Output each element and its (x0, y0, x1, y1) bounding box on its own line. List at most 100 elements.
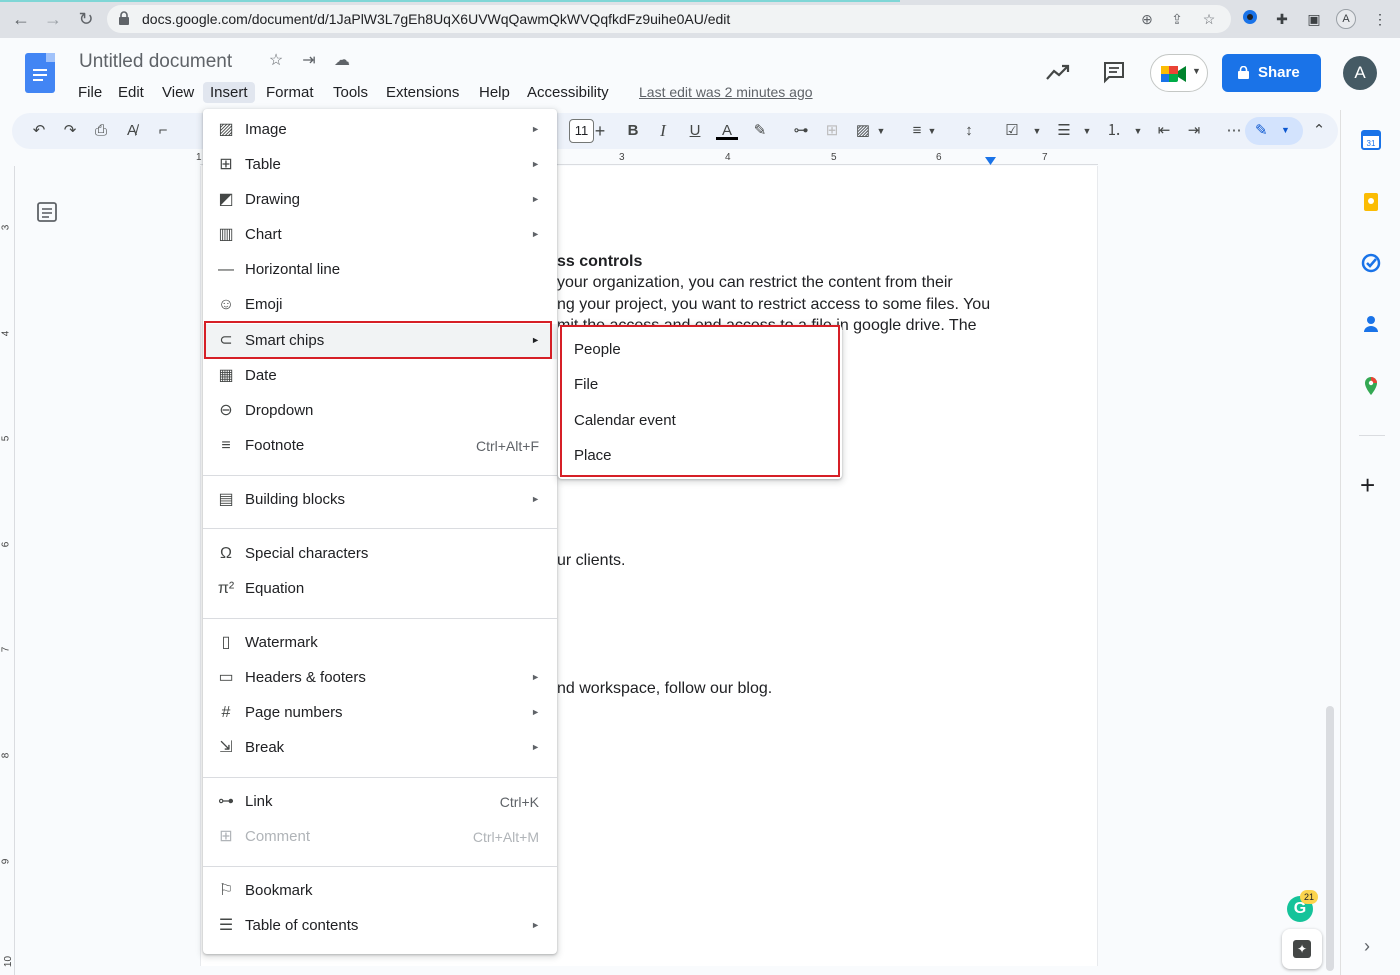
reload-icon[interactable]: ↻ (75, 8, 97, 30)
menu-item-page-numbers[interactable]: # Page numbers ► (203, 696, 557, 731)
activity-trend-icon[interactable] (1045, 61, 1071, 83)
dropdown-icon: ⊖ (219, 402, 233, 419)
text-color-icon[interactable]: A (716, 120, 738, 140)
bookmark-star-icon[interactable]: ☆ (1201, 11, 1217, 27)
share-page-icon[interactable]: ⇪ (1169, 11, 1185, 27)
submenu-highlight-box (560, 325, 840, 477)
italic-icon[interactable]: I (652, 120, 674, 142)
align-dropdown-icon[interactable]: ▼ (927, 120, 937, 142)
bullet-dropdown-icon[interactable]: ▼ (1082, 120, 1092, 142)
align-icon[interactable]: ≡ (906, 120, 928, 142)
back-icon[interactable]: ← (10, 8, 32, 30)
right-indent-marker-icon[interactable] (985, 157, 996, 165)
spellcheck-icon[interactable]: A̸ (121, 120, 143, 142)
menu-item-bookmark[interactable]: ⚐ Bookmark (203, 874, 557, 909)
forward-icon[interactable]: → (42, 8, 64, 30)
menu-item-building-blocks[interactable]: ▤ Building blocks ► (203, 483, 557, 518)
insert-link-icon[interactable]: ⊶ (790, 120, 812, 142)
increase-indent-icon[interactable]: ⇥ (1183, 120, 1205, 142)
contacts-app-icon[interactable] (1361, 314, 1381, 334)
menu-item-link[interactable]: ⊶ Link Ctrl+K (203, 785, 557, 820)
vertical-scrollbar[interactable] (1326, 706, 1334, 971)
page-paragraph-line: nd workspace, follow our blog. (557, 680, 773, 697)
more-vert-icon[interactable]: ⋮ (1370, 9, 1390, 29)
menu-edit[interactable]: Edit (111, 82, 151, 103)
increase-font-size-icon[interactable]: + (589, 120, 611, 142)
browser-profile-avatar[interactable]: A (1336, 9, 1356, 29)
zoom-icon[interactable]: ⊕ (1139, 11, 1155, 27)
undo-icon[interactable]: ↶ (28, 120, 50, 142)
menu-item-special-characters[interactable]: Ω Special characters (203, 537, 557, 572)
puzzle-icon[interactable]: ✚ (1272, 9, 1292, 29)
ruler-number: 6 (936, 152, 942, 163)
menu-item-footnote[interactable]: ≡ Footnote Ctrl+Alt+F (203, 429, 557, 464)
move-folder-icon[interactable]: ⇥ (299, 51, 319, 71)
bulleted-list-icon[interactable]: ☰ (1053, 120, 1075, 142)
menu-insert[interactable]: Insert (203, 82, 255, 103)
paint-format-icon[interactable]: ⌐ (152, 120, 174, 142)
account-avatar[interactable]: A (1343, 56, 1377, 90)
collapse-menus-icon[interactable]: ⌃ (1308, 120, 1330, 142)
insert-image-icon[interactable]: ▨ (852, 120, 874, 142)
more-options-icon[interactable]: ⋯ (1223, 120, 1245, 142)
editing-mode-button[interactable]: ✎ ▼ (1245, 117, 1303, 145)
last-edit-link[interactable]: Last edit was 2 minutes ago (639, 84, 813, 100)
meet-button[interactable]: ▼ (1150, 54, 1208, 92)
side-panel-icon[interactable]: ▣ (1304, 9, 1324, 29)
menu-item-emoji[interactable]: ☺ Emoji (203, 288, 557, 323)
menu-item-dropdown[interactable]: ⊖ Dropdown (203, 394, 557, 429)
calendar-app-icon[interactable]: 31 (1361, 130, 1381, 150)
comment-history-icon[interactable] (1102, 60, 1126, 84)
underline-icon[interactable]: U (684, 120, 706, 142)
add-comment-icon[interactable]: ⊞ (821, 120, 843, 142)
footnote-icon: ≡ (221, 437, 231, 454)
tasks-app-icon[interactable] (1361, 253, 1381, 273)
menu-help[interactable]: Help (472, 82, 517, 103)
address-bar[interactable]: docs.google.com/document/d/1JaPlW3L7gEh8… (107, 5, 1231, 33)
numbered-dropdown-icon[interactable]: ▼ (1133, 120, 1143, 142)
menu-extensions[interactable]: Extensions (379, 82, 466, 103)
bold-icon[interactable]: B (622, 120, 644, 142)
vertical-ruler[interactable]: 3 4 5 6 7 8 9 10 (0, 166, 15, 975)
menu-item-drawing[interactable]: ◩ Drawing ► (203, 183, 557, 218)
share-button[interactable]: Share (1222, 54, 1321, 92)
menu-item-headers-footers[interactable]: ▭ Headers & footers ► (203, 661, 557, 696)
document-title[interactable]: Untitled document (79, 51, 232, 73)
menu-view[interactable]: View (155, 82, 201, 103)
expand-panel-icon[interactable]: › (1364, 936, 1370, 957)
menu-accessibility[interactable]: Accessibility (520, 82, 616, 103)
submenu-arrow-icon: ► (531, 159, 540, 169)
menu-item-table[interactable]: ⊞ Table ► (203, 148, 557, 183)
redo-icon[interactable]: ↷ (59, 120, 81, 142)
menu-file[interactable]: File (71, 82, 109, 103)
menu-item-chart[interactable]: ▥ Chart ► (203, 218, 557, 253)
line-spacing-icon[interactable]: ↕ (958, 120, 980, 142)
break-icon: ⇲ (219, 739, 233, 756)
explore-button[interactable]: ✦ (1282, 929, 1322, 969)
image-dropdown-icon[interactable]: ▼ (876, 120, 886, 142)
extension-icon[interactable] (1240, 9, 1260, 29)
menu-tools[interactable]: Tools (326, 82, 375, 103)
document-outline-icon[interactable] (36, 201, 58, 223)
add-addon-icon[interactable]: + (1360, 472, 1375, 498)
menu-format[interactable]: Format (259, 82, 321, 103)
docs-logo-icon[interactable] (25, 53, 55, 93)
ruler-number: 5 (831, 152, 837, 163)
menu-item-break[interactable]: ⇲ Break ► (203, 731, 557, 766)
decrease-indent-icon[interactable]: ⇤ (1153, 120, 1175, 142)
numbered-list-icon[interactable]: ⒈ (1103, 120, 1125, 142)
keep-app-icon[interactable] (1361, 192, 1381, 212)
menu-item-image[interactable]: ▨ Image ► (203, 113, 557, 148)
print-icon[interactable]: ⎙ (90, 120, 112, 142)
menu-item-table-of-contents[interactable]: ☰ Table of contents ► (203, 909, 557, 944)
star-icon[interactable]: ☆ (266, 51, 286, 71)
menu-item-date[interactable]: ▦ Date (203, 359, 557, 394)
maps-app-icon[interactable] (1361, 376, 1381, 396)
comment-add-icon: ⊞ (219, 828, 233, 845)
checklist-dropdown-icon[interactable]: ▼ (1032, 120, 1042, 142)
menu-item-equation[interactable]: π² Equation (203, 572, 557, 607)
highlight-icon[interactable]: ✎ (749, 120, 771, 142)
menu-item-watermark[interactable]: ▯ Watermark (203, 626, 557, 661)
menu-item-horizontal-line[interactable]: — Horizontal line (203, 253, 557, 288)
checklist-icon[interactable]: ☑ (1001, 120, 1023, 142)
